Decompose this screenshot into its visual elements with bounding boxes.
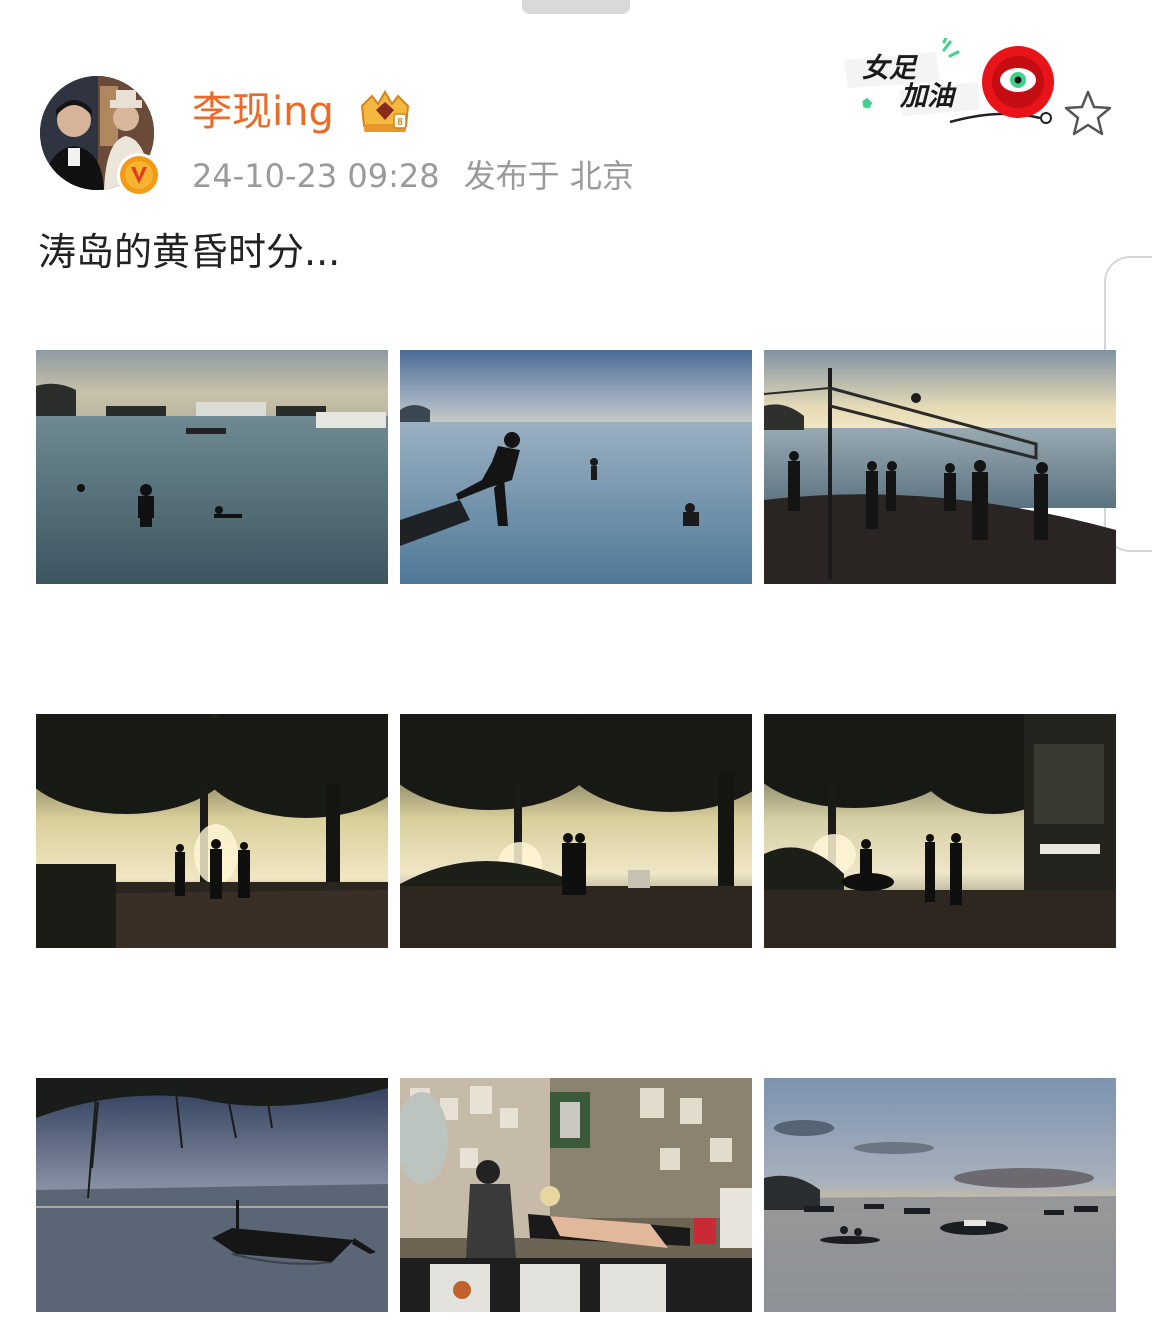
post-timestamp: 24-10-23 09:28 [192,157,440,195]
photo-boy-jumping[interactable] [400,350,752,584]
sticker-text-line2: 加油 [900,81,954,112]
verified-v-icon [117,153,161,197]
photo-beach-volleyball[interactable] [764,350,1116,584]
photo-longtail-boat[interactable] [36,1078,388,1312]
svg-text:8: 8 [397,117,403,128]
post-meta: 24-10-23 09:28 发布于 北京 [192,154,634,198]
username[interactable]: 李现ing [192,86,334,138]
photo-walkers-palms-2[interactable] [400,714,752,948]
photo-scooter-palms[interactable] [764,714,1116,948]
photo-swimmers-harbor[interactable] [36,350,388,584]
post-text: 涛岛的黄昏时分... [38,230,341,274]
photo-kayak-bay[interactable] [764,1078,1116,1312]
drag-handle[interactable] [522,0,630,14]
crown-badge-icon[interactable]: 8 [356,88,414,136]
favorite-star-icon[interactable] [1062,88,1114,140]
photo-walkers-palms-1[interactable] [36,714,388,948]
photo-tattoo-shop[interactable] [400,1078,752,1312]
post-location: 发布于 北京 [463,157,634,195]
